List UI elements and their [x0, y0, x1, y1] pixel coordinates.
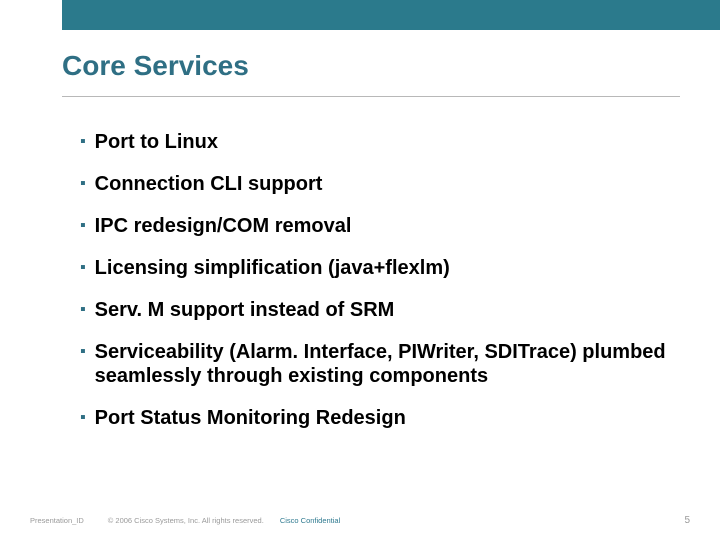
bullet-marker-icon: ▪ [80, 340, 86, 364]
bullet-text: IPC redesign/COM removal [95, 214, 670, 238]
header-band [0, 0, 720, 30]
page-number: 5 [684, 515, 690, 526]
list-item: ▪ Serviceability (Alarm. Interface, PIWr… [80, 340, 670, 388]
list-item: ▪ Licensing simplification (java+flexlm) [80, 256, 670, 280]
bullet-marker-icon: ▪ [80, 172, 86, 196]
bullet-marker-icon: ▪ [80, 298, 86, 322]
slide-footer: Presentation_ID © 2006 Cisco Systems, In… [30, 515, 690, 526]
presentation-id: Presentation_ID [30, 516, 84, 525]
bullet-marker-icon: ▪ [80, 406, 86, 430]
bullet-text: Serv. M support instead of SRM [95, 298, 670, 322]
confidential-label: Cisco Confidential [280, 516, 340, 525]
bullet-list: ▪ Port to Linux ▪ Connection CLI support… [80, 130, 670, 448]
bullet-text: Port Status Monitoring Redesign [95, 406, 670, 430]
bullet-marker-icon: ▪ [80, 214, 86, 238]
bullet-text: Licensing simplification (java+flexlm) [95, 256, 670, 280]
list-item: ▪ Port to Linux [80, 130, 670, 154]
list-item: ▪ Serv. M support instead of SRM [80, 298, 670, 322]
list-item: ▪ Port Status Monitoring Redesign [80, 406, 670, 430]
list-item: ▪ IPC redesign/COM removal [80, 214, 670, 238]
bullet-text: Serviceability (Alarm. Interface, PIWrit… [95, 340, 670, 388]
bullet-text: Port to Linux [95, 130, 670, 154]
slide-title: Core Services [62, 50, 249, 82]
bullet-text: Connection CLI support [95, 172, 670, 196]
copyright-text: © 2006 Cisco Systems, Inc. All rights re… [108, 516, 264, 525]
list-item: ▪ Connection CLI support [80, 172, 670, 196]
title-underline [62, 96, 680, 97]
bullet-marker-icon: ▪ [80, 256, 86, 280]
bullet-marker-icon: ▪ [80, 130, 86, 154]
